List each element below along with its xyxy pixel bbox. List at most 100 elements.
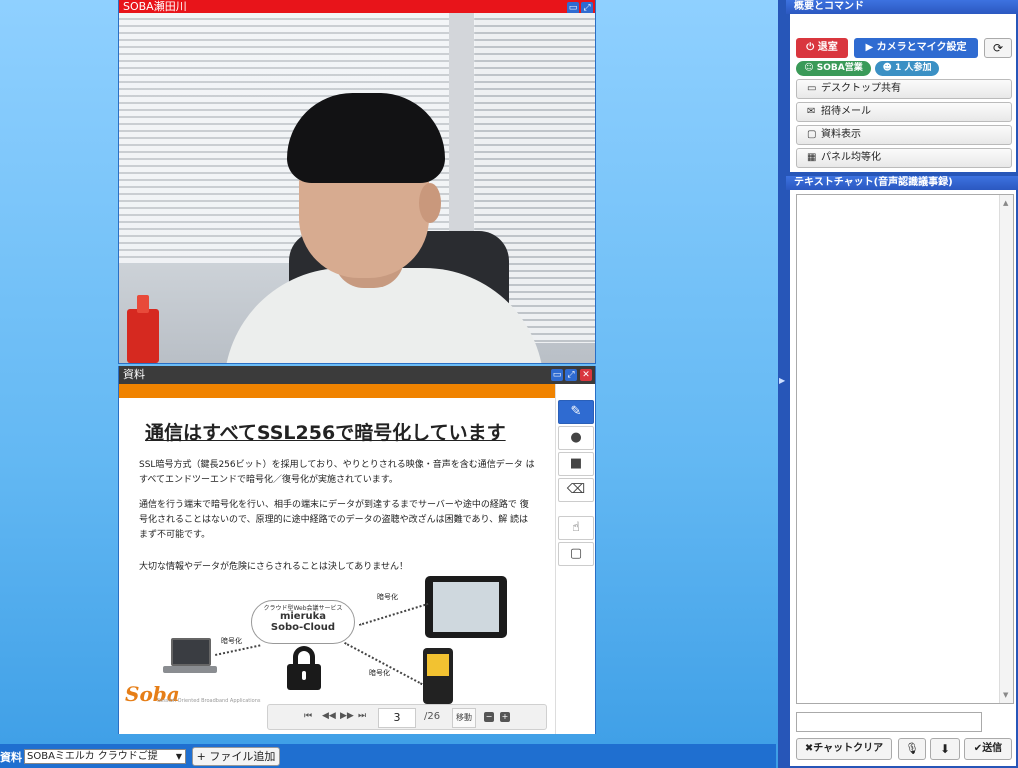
eraser-icon[interactable]: ⌫: [558, 478, 594, 502]
prev-page-icon[interactable]: ◀◀: [322, 711, 336, 721]
link-line: [215, 644, 261, 656]
invite-email-label: 招待メール: [821, 106, 871, 117]
document-panel: 資料 ▭ ⤢ ✕ 通信はすべてSSL256で暗号化しています SSL暗号方式（鍵…: [118, 366, 596, 734]
laptop-image: [171, 638, 211, 666]
tablet-image: [425, 576, 507, 638]
power-icon: ⏻: [806, 42, 818, 53]
chat-clear-button[interactable]: ✖チャットクリア: [796, 738, 892, 760]
video-feed: [119, 13, 595, 363]
leave-room-label: 退室: [817, 42, 838, 53]
equalize-panels-button[interactable]: ▦ パネル均等化: [796, 148, 1012, 168]
chat-log[interactable]: ▲ ▼: [796, 194, 1014, 704]
chat-section-title: テキストチャット(音声認識議事録): [786, 176, 1018, 190]
leave-room-button[interactable]: ⏻ 退室: [796, 38, 848, 58]
encryption-label: 暗号化: [377, 593, 398, 601]
link-line: [359, 602, 429, 626]
slide-title: 通信はすべてSSL256で暗号化しています: [145, 422, 506, 444]
scroll-down-icon[interactable]: ▼: [1003, 691, 1008, 699]
document-bottom-bar: 資料 SOBAミエルカ クラウドご提 ▼ + ファイル追加: [0, 744, 776, 768]
hand-pointer-icon[interactable]: ☝: [558, 516, 594, 540]
slide-pager: ⏮ ◀◀ ▶▶ ⏭ 3 /26 移動 − +: [267, 704, 547, 730]
smartphone-image: [423, 648, 453, 704]
refresh-icon: ⟳: [992, 41, 1004, 55]
download-button[interactable]: ⬇: [930, 738, 960, 760]
red-object: [127, 309, 159, 363]
document-label: 資料: [0, 751, 22, 764]
cloud-graphic: クラウド型Web会議サービス mieruka Sobo-Cloud: [251, 600, 355, 644]
video-panel-header[interactable]: SOBA瀬田川 ▭ ⤢: [119, 0, 595, 14]
send-button[interactable]: ✔送信: [964, 738, 1012, 760]
document-panel-title: 資料: [123, 368, 145, 381]
document-panel-header[interactable]: 資料 ▭ ⤢ ✕: [119, 366, 595, 384]
laptop-base: [163, 666, 217, 673]
next-page-icon[interactable]: ▶▶: [340, 711, 354, 721]
check-icon: ✔: [973, 743, 983, 754]
document-icon: ▢: [807, 129, 817, 140]
video-panel: SOBA瀬田川 ▭ ⤢: [118, 0, 596, 364]
participants-tag: ☻ 1 人参加: [875, 61, 939, 76]
group-tag: ☺ SOBA営業: [796, 61, 871, 76]
page-move-button[interactable]: 移動: [452, 708, 476, 728]
document-select-value: SOBAミエルカ クラウドご提: [27, 751, 158, 762]
encryption-label: 暗号化: [369, 669, 390, 677]
microphone-icon: 🎙: [905, 742, 919, 755]
chat-input[interactable]: [796, 712, 982, 732]
first-page-icon[interactable]: ⏮: [304, 711, 312, 721]
microphone-button[interactable]: 🎙: [898, 738, 926, 760]
document-select[interactable]: SOBAミエルカ クラウドご提 ▼: [24, 749, 186, 764]
link-line: [344, 642, 423, 686]
monitor-icon: ▭: [807, 83, 817, 94]
right-sidebar: 概要とコマンド ⏻ 退室 ▶ カメラとマイク設定 ⟳ ☺ SOBA営業 ☻ 1 …: [786, 0, 1018, 768]
camera-mic-settings-button[interactable]: ▶ カメラとマイク設定: [854, 38, 978, 58]
video-camera-icon: ▶: [865, 42, 877, 53]
show-document-button[interactable]: ▢ 資料表示: [796, 125, 1012, 145]
page-total: /26: [424, 711, 441, 722]
group-tag-label: SOBA営業: [816, 63, 863, 73]
grid-icon: ▦: [807, 152, 817, 163]
video-panel-title: SOBA瀬田川: [123, 0, 187, 13]
color-swatch-icon[interactable]: ■: [558, 452, 594, 476]
brush-size-icon[interactable]: ●: [558, 426, 594, 450]
participants-label: 1 人参加: [895, 63, 932, 73]
desktop-share-label: デスクトップ共有: [821, 83, 901, 94]
scroll-up-icon[interactable]: ▲: [1003, 199, 1008, 207]
add-file-button[interactable]: + ファイル追加: [192, 747, 280, 766]
encryption-label: 暗号化: [221, 637, 242, 645]
invite-email-button[interactable]: ✉ 招待メール: [796, 102, 1012, 122]
slide-paragraph-1: SSL暗号方式（鍵長256ビット）を採用しており、やりとりされる映像・音声を含む…: [139, 460, 535, 485]
pen-icon[interactable]: ✎: [558, 400, 594, 424]
chat-scrollbar[interactable]: ▲ ▼: [999, 195, 1013, 703]
zoom-out-icon[interactable]: −: [484, 712, 494, 722]
cloud-brand-name-2: Sobo-Cloud: [270, 622, 336, 633]
minimize-icon[interactable]: ▭: [551, 369, 563, 381]
cloud-brand-name: mieruka: [279, 611, 327, 622]
close-icon[interactable]: ✕: [580, 369, 592, 381]
sticky-note-icon[interactable]: ▢: [558, 542, 594, 566]
page-number-input[interactable]: 3: [378, 708, 416, 728]
soba-logo-subtitle: Session Oriented Broadband Applications: [157, 698, 261, 704]
user-icon: ☻: [882, 63, 896, 73]
slide-paragraph-2: 通信を行う端末で暗号化を行い、相手の端末にデータが到達するまでサーバーや途中の経…: [139, 500, 529, 540]
zoom-in-icon[interactable]: +: [500, 712, 510, 722]
drawing-tool-palette: ✎ ● ■ ⌫ ☝ ▢: [555, 384, 595, 734]
envelope-icon: ✉: [807, 106, 816, 117]
overview-section-title: 概要とコマンド: [786, 0, 1018, 14]
close-icon: ✖: [804, 743, 814, 754]
refresh-button[interactable]: ⟳: [984, 38, 1012, 58]
users-icon: ☺: [804, 63, 817, 73]
slide-header-strip: [119, 384, 555, 398]
download-icon: ⬇: [939, 742, 951, 756]
cloud-brand: mieruka Sobo-Cloud: [252, 611, 354, 633]
expand-icon[interactable]: ⤢: [565, 369, 577, 381]
panel-splitter[interactable]: ▶: [778, 0, 786, 768]
lock-keyhole: [302, 671, 306, 680]
collapse-arrow-icon[interactable]: ▶: [779, 376, 785, 385]
chevron-down-icon: ▼: [175, 752, 182, 761]
camera-mic-label: カメラとマイク設定: [876, 42, 967, 53]
send-label: 送信: [982, 743, 1003, 754]
last-page-icon[interactable]: ⏭: [358, 711, 366, 721]
show-document-label: 資料表示: [821, 129, 861, 140]
desktop-share-button[interactable]: ▭ デスクトップ共有: [796, 79, 1012, 99]
slide-canvas[interactable]: 通信はすべてSSL256で暗号化しています SSL暗号方式（鍵長256ビット）を…: [119, 398, 555, 734]
person-ear: [419, 183, 441, 223]
